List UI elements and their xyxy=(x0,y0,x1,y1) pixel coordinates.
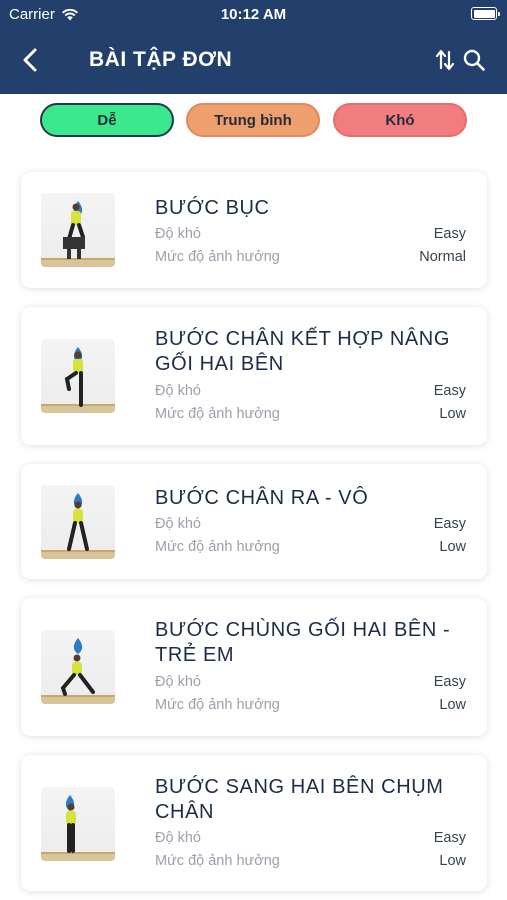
impact-label: Mức độ ảnh hưởng xyxy=(155,853,280,869)
difficulty-label: Độ khó xyxy=(155,383,201,399)
battery-icon xyxy=(471,7,500,20)
impact-value: Normal xyxy=(419,249,466,265)
app-header: Carrier 10:12 AM BÀI TẬP ĐƠN xyxy=(0,0,507,94)
sort-button[interactable] xyxy=(433,46,457,74)
difficulty-label: Độ khó xyxy=(155,830,201,846)
status-bar: Carrier 10:12 AM xyxy=(0,0,507,28)
exercise-thumbnail xyxy=(41,787,115,861)
exercise-thumbnail xyxy=(41,339,115,413)
exercise-card[interactable]: BƯỚC CHÙNG GỐI HAI BÊN - TRẺ EM Độ khó E… xyxy=(21,598,487,736)
exercise-thumbnail xyxy=(41,630,115,704)
search-button[interactable] xyxy=(460,46,488,74)
back-button[interactable] xyxy=(14,44,46,76)
difficulty-value: Easy xyxy=(433,226,466,242)
difficulty-label: Độ khó xyxy=(155,226,201,242)
difficulty-value: Easy xyxy=(433,516,466,532)
impact-value: Low xyxy=(439,853,466,869)
difficulty-filter-bar: Dễ Trung bình Khó xyxy=(0,103,507,139)
chevron-left-icon xyxy=(23,48,37,72)
impact-label: Mức độ ảnh hưởng xyxy=(155,406,280,422)
filter-easy-button[interactable]: Dễ xyxy=(40,103,174,137)
impact-label: Mức độ ảnh hưởng xyxy=(155,249,280,265)
exercise-title: BƯỚC SANG HAI BÊN CHỤM CHÂN xyxy=(155,776,444,823)
sort-arrows-icon xyxy=(435,49,455,71)
search-icon xyxy=(463,49,485,71)
exercise-card[interactable]: BƯỚC SANG HAI BÊN CHỤM CHÂN Độ khó Easy … xyxy=(21,755,487,891)
exercise-card[interactable]: BƯỚC BỤC Độ khó Easy Mức độ ảnh hưởng No… xyxy=(21,172,487,288)
impact-label: Mức độ ảnh hưởng xyxy=(155,697,280,713)
clock: 10:12 AM xyxy=(220,6,287,23)
difficulty-value: Easy xyxy=(433,383,466,399)
difficulty-label: Độ khó xyxy=(155,674,201,690)
exercise-title: BƯỚC CHÂN RA - VÔ xyxy=(155,487,369,509)
exercise-title: BƯỚC CHÙNG GỐI HAI BÊN - TRẺ EM xyxy=(155,619,451,666)
nav-bar: BÀI TẬP ĐƠN xyxy=(0,36,507,84)
impact-value: Low xyxy=(439,697,466,713)
page-title: BÀI TẬP ĐƠN xyxy=(89,48,233,71)
impact-value: Low xyxy=(439,406,466,422)
exercise-title: BƯỚC BỤC xyxy=(155,197,270,219)
difficulty-label: Độ khó xyxy=(155,516,201,532)
filter-medium-button[interactable]: Trung bình xyxy=(186,103,320,137)
exercise-title: BƯỚC CHÂN KẾT HỢP NÂNG GỐI HAI BÊN xyxy=(155,328,450,375)
exercise-card[interactable]: BƯỚC CHÂN KẾT HỢP NÂNG GỐI HAI BÊN Độ kh… xyxy=(21,307,487,445)
exercise-thumbnail xyxy=(41,193,115,267)
impact-value: Low xyxy=(439,539,466,555)
impact-label: Mức độ ảnh hưởng xyxy=(155,539,280,555)
difficulty-value: Easy xyxy=(433,674,466,690)
exercise-card[interactable]: BƯỚC CHÂN RA - VÔ Độ khó Easy Mức độ ảnh… xyxy=(21,464,487,579)
exercise-thumbnail xyxy=(41,485,115,559)
filter-hard-button[interactable]: Khó xyxy=(333,103,467,137)
difficulty-value: Easy xyxy=(433,830,466,846)
